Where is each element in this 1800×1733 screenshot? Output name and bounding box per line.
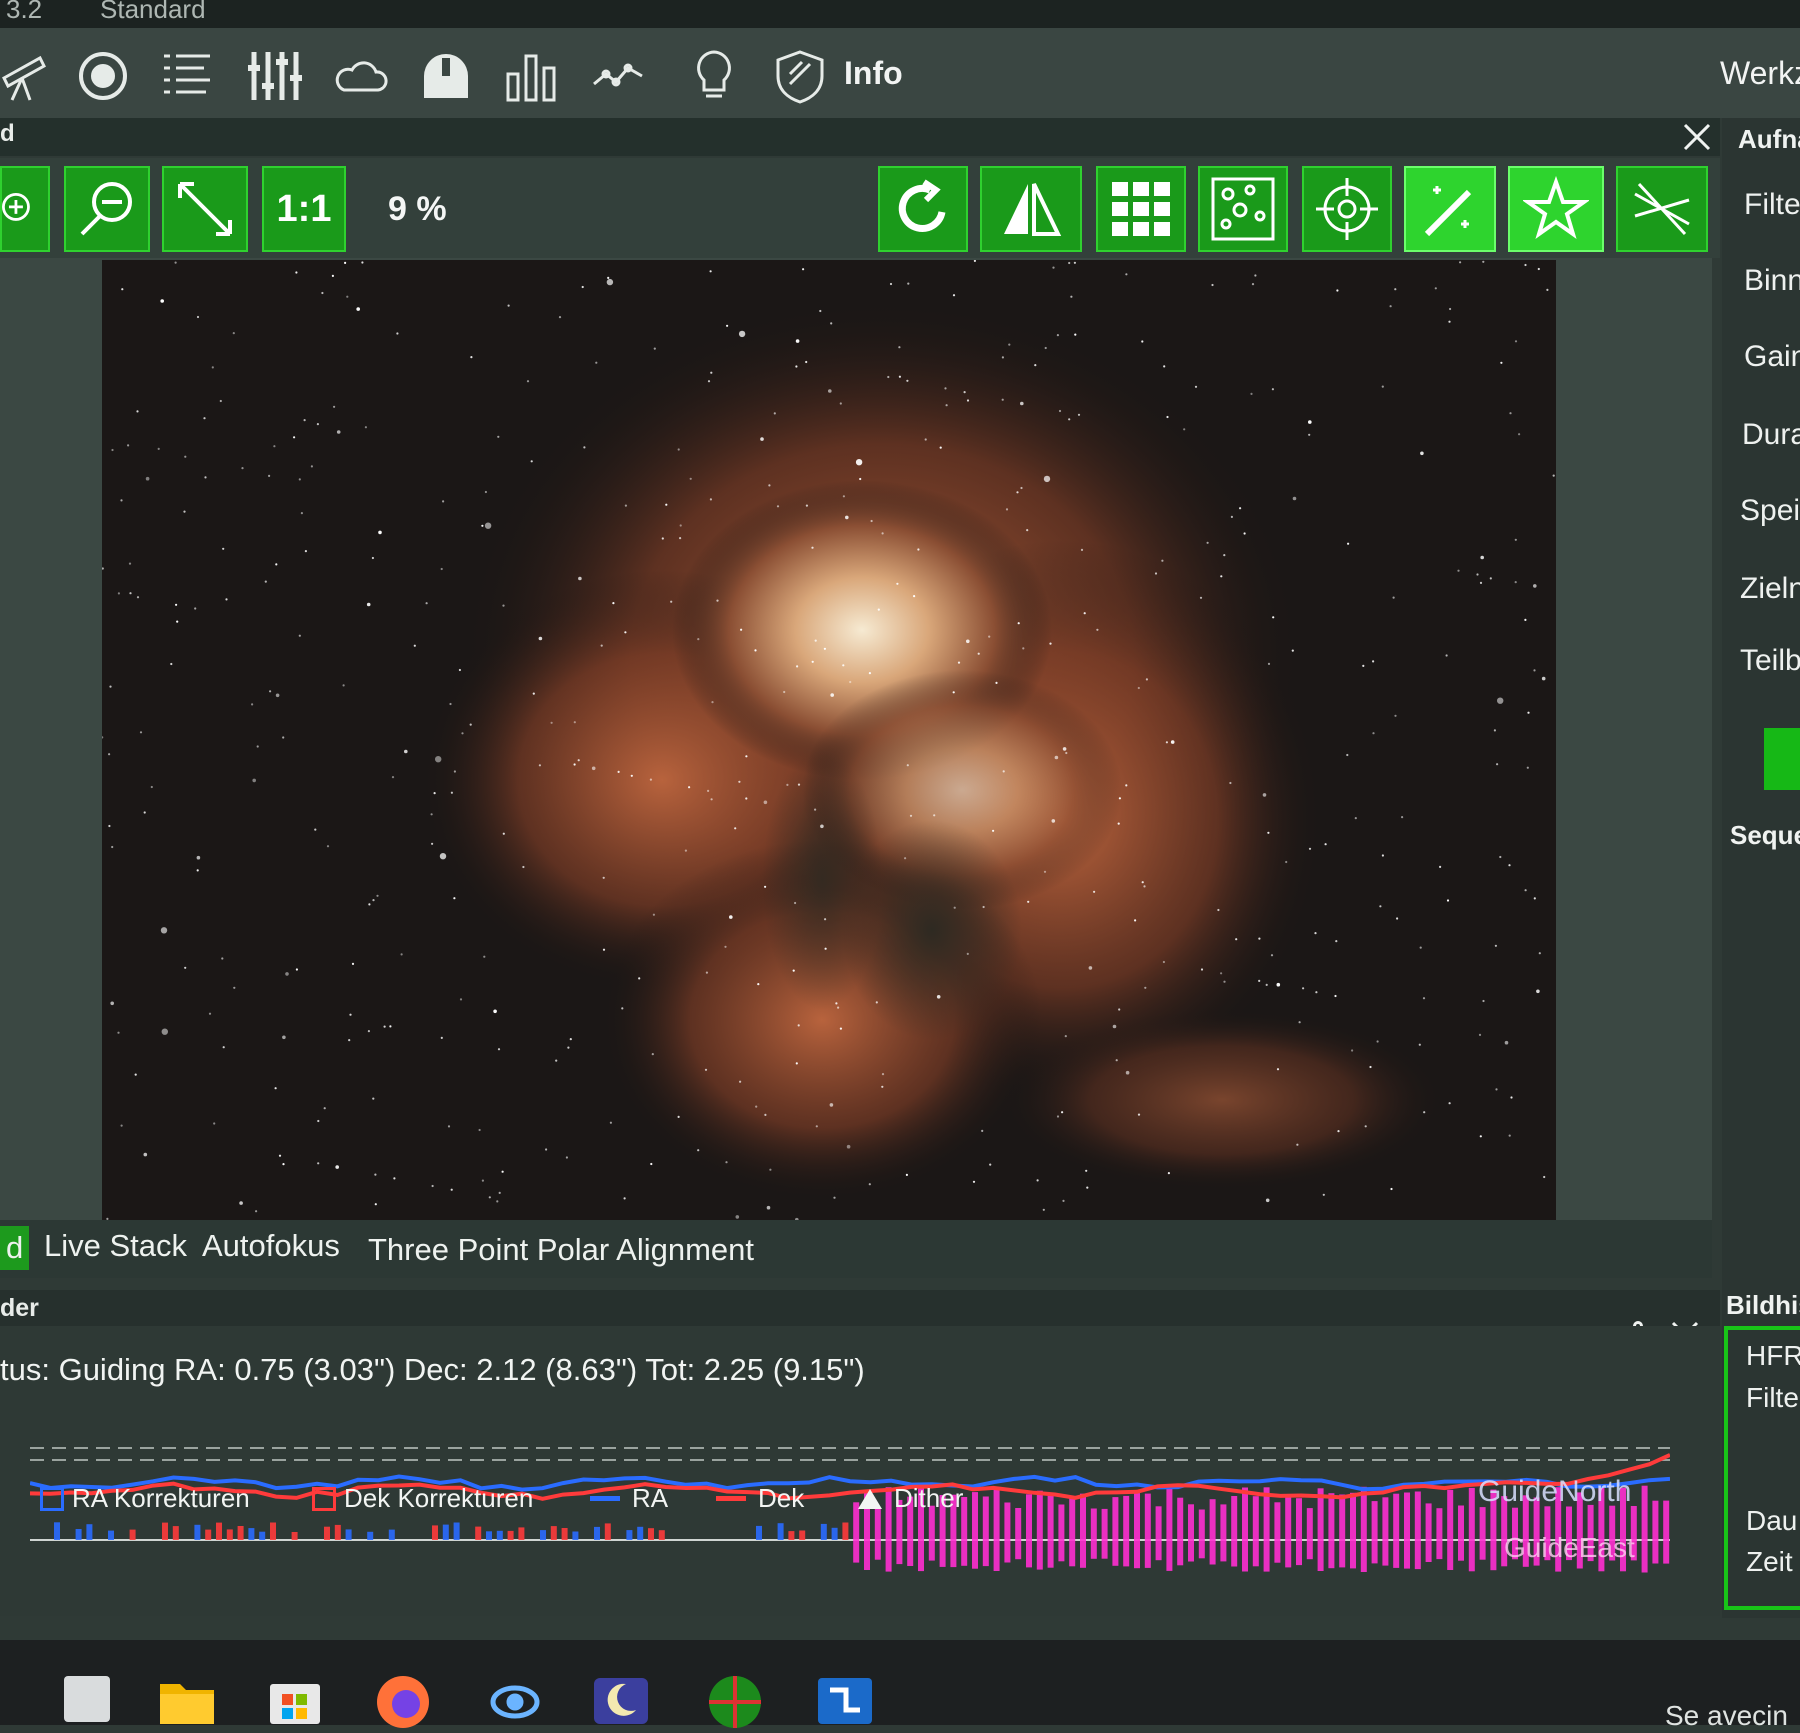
legend-dek[interactable]: Dek xyxy=(716,1483,804,1514)
store-icon[interactable] xyxy=(266,1670,324,1728)
guide-east-label: GuideEast xyxy=(1504,1532,1635,1563)
close-icon[interactable] xyxy=(1680,120,1714,154)
ra-corr-swatch xyxy=(40,1486,64,1511)
phd2-icon[interactable] xyxy=(706,1670,764,1728)
auto-stretch-button[interactable] xyxy=(1404,166,1496,252)
guider-status: tus: Guiding RA: 0.75 (3.03") Dec: 2.12 … xyxy=(0,1352,865,1387)
history-filter: Filte xyxy=(1746,1382,1799,1413)
dek-corr-swatch xyxy=(312,1486,336,1511)
history-duration: Dau xyxy=(1746,1505,1798,1536)
lightbulb-icon[interactable] xyxy=(686,48,742,104)
capture-panel-header: Aufna xyxy=(1738,124,1800,154)
observatory-icon[interactable] xyxy=(418,48,474,104)
rp-save[interactable]: Spei xyxy=(1740,494,1800,528)
rotate-button[interactable] xyxy=(878,166,968,252)
tab-live-stack[interactable]: Live Stack xyxy=(44,1228,187,1264)
tab-autofokus[interactable]: Autofokus xyxy=(202,1228,340,1264)
sequence-panel-header: Seque xyxy=(1730,820,1800,850)
guide-graph xyxy=(30,1447,1670,1573)
history-hfr: HFR xyxy=(1746,1340,1800,1371)
star-detection-button[interactable] xyxy=(1198,166,1288,252)
legend-ra[interactable]: RA xyxy=(590,1483,668,1514)
ra-label: RA xyxy=(632,1483,669,1513)
rp-subframe[interactable]: Teilb xyxy=(1740,644,1800,678)
crosshair-button[interactable] xyxy=(1302,166,1392,252)
sliders-icon[interactable] xyxy=(246,48,302,104)
tab-three-point-polar-alignment[interactable]: Three Point Polar Alignment xyxy=(368,1232,754,1268)
image-history-header: Bildhis xyxy=(1726,1290,1800,1320)
nav-tools[interactable]: Werkz xyxy=(1720,55,1800,92)
history-time: Zeit xyxy=(1746,1546,1793,1577)
legend-dek-corrections[interactable]: Dek Korrekturen xyxy=(312,1483,533,1514)
firefox-icon[interactable] xyxy=(374,1670,432,1728)
rp-binning[interactable]: Binn xyxy=(1744,264,1800,298)
graph-icon[interactable] xyxy=(590,48,646,104)
image-panel-header: d xyxy=(0,118,1720,156)
actual-size-button[interactable]: 1:1 xyxy=(262,166,346,252)
dek-line-swatch xyxy=(716,1496,746,1501)
ra-corr-label: RA Korrekturen xyxy=(72,1483,250,1513)
nav-info[interactable]: Info xyxy=(844,55,903,92)
grid-button[interactable] xyxy=(1096,166,1186,252)
guider-header: der xyxy=(0,1290,1720,1326)
start-icon[interactable] xyxy=(58,1670,116,1728)
shield-icon[interactable] xyxy=(772,48,828,104)
cloud-icon[interactable] xyxy=(332,48,388,104)
ra-line-swatch xyxy=(590,1496,620,1501)
dek-corr-label: Dek Korrekturen xyxy=(344,1483,534,1513)
title-strip: 3.2 Standard xyxy=(0,0,1800,28)
legend-ra-corrections[interactable]: RA Korrekturen xyxy=(40,1483,250,1514)
rp-filter[interactable]: Filte xyxy=(1744,188,1800,222)
rp-duration[interactable]: Dura xyxy=(1742,418,1800,452)
dither-label: Dither xyxy=(894,1483,964,1513)
list-icon[interactable] xyxy=(160,48,216,104)
dek-label: Dek xyxy=(758,1483,805,1513)
flip-button[interactable] xyxy=(980,166,1082,252)
dither-triangle-icon xyxy=(858,1488,882,1509)
guider-title: der xyxy=(0,1294,39,1322)
nebula-image[interactable] xyxy=(102,260,1556,1240)
version-text: 3.2 xyxy=(6,0,43,24)
rp-gain[interactable]: Gain xyxy=(1744,340,1800,374)
guide-north-label: GuideNorth xyxy=(1478,1475,1632,1508)
file-explorer-icon[interactable] xyxy=(158,1670,216,1728)
network-icon[interactable] xyxy=(816,1670,874,1728)
capture-start-button[interactable] xyxy=(1764,728,1800,790)
nina-icon[interactable] xyxy=(486,1670,544,1728)
actual-size-label: 1:1 xyxy=(276,187,332,230)
panel-title: d xyxy=(0,120,15,147)
tab-image[interactable]: d xyxy=(0,1226,30,1270)
taskbar-notification-text[interactable]: Se avecin xyxy=(1665,1700,1788,1732)
bahtinov-button[interactable] xyxy=(1616,166,1708,252)
legend-dither[interactable]: Dither xyxy=(856,1483,963,1514)
zoom-out-button[interactable] xyxy=(64,166,150,252)
bar-chart-icon[interactable] xyxy=(504,48,560,104)
profile-text: Standard xyxy=(100,0,206,24)
rp-target[interactable]: Zieln xyxy=(1740,572,1800,606)
telescope-icon[interactable] xyxy=(0,48,56,104)
zoom-in-button[interactable] xyxy=(0,166,50,252)
fit-to-screen-button[interactable] xyxy=(162,166,248,252)
stellarium-icon[interactable] xyxy=(592,1670,650,1728)
zoom-level: 9 % xyxy=(388,190,447,228)
star-button[interactable] xyxy=(1508,166,1604,252)
target-icon[interactable] xyxy=(75,48,131,104)
